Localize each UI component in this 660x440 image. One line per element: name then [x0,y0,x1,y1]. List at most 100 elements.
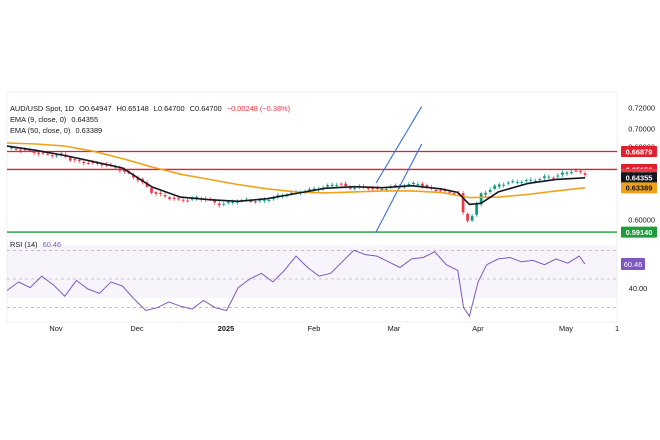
ema9-label: EMA (9, close, 0) [10,115,67,124]
candle-body [538,179,542,181]
candle-body [412,182,415,185]
candle-body [339,183,343,185]
y-tick-label: 0.70000 [628,125,655,134]
candle-body [497,184,501,187]
candle-body [41,152,45,154]
candle-body [371,188,375,190]
candle-body [231,201,235,204]
chart-frame: 0.72000 0.70000 0.68000 0.60000 40.00 No… [0,0,660,440]
x-tick-label: May [559,324,573,333]
candle-body [470,216,474,221]
candle-body [475,203,478,215]
rsi-band [7,245,617,298]
candle-body [579,170,582,172]
open-value: O0.64947 [79,104,112,113]
chart-canvas: 0.72000 0.70000 0.68000 0.60000 40.00 No… [6,91,657,333]
candle-body [344,183,348,187]
candle-body [506,182,510,184]
x-tick-label: Mar [388,324,401,333]
rsi-label: RSI (14) [10,240,38,249]
badge-layer: 0.668790.651560.591400.647000.643550.633… [621,146,657,271]
candle-body [416,184,420,186]
candle-body [159,192,162,195]
x-tick-label: 1 [615,324,619,333]
candle-body [172,197,176,199]
candle-body [168,197,171,199]
candle-body [520,181,524,183]
candle-body [163,195,167,197]
candle-body [421,183,424,187]
y-tick-label: 0.60000 [628,216,655,225]
low-value: L0.64700 [153,104,185,113]
candle-body [267,199,271,201]
candle-body [46,153,49,155]
candle-body [561,172,564,175]
candle-body [254,201,257,203]
ema9-value: 0.64355 [71,115,99,124]
candle-body [502,184,506,186]
candle-body [552,177,555,179]
candle-body [86,162,90,164]
level-badge: 0.66879 [626,147,653,156]
symbol-label: AUD/USD Spot, 1D [10,104,75,113]
candle-body [217,203,221,206]
x-tick-label: Apr [472,324,484,333]
candle-body [100,164,104,166]
x-tick-label: Dec [130,324,143,333]
price-badge: 0.64355 [626,174,653,183]
candle-body [574,170,578,172]
candle-body [384,189,388,191]
candle-body [181,199,185,201]
candle-body [515,182,519,184]
candle-body [19,149,22,151]
price-badge: 0.63389 [626,184,653,193]
candle-body [556,175,560,177]
candle-body [249,201,253,203]
rsi-legend: RSI (14) 60.46 [10,240,64,249]
ema9-line [6,145,586,206]
candle-body [570,172,573,174]
candle-body [330,184,334,187]
candle-body [68,157,72,161]
ema9-legend: EMA (9, close, 0) 0.64355 [10,115,101,124]
symbol-legend: AUD/USD Spot, 1D O0.64947 H0.65148 L0.64… [10,104,293,113]
ema50-label: EMA (50, close, 0) [10,126,71,135]
close-value: C0.64700 [189,104,222,113]
candle-body [73,159,77,161]
candle-body [77,159,81,161]
candle-body [493,185,497,189]
candle-body [529,179,533,181]
candle-body [150,188,153,193]
channel-line [375,106,423,184]
y-tick-label: 0.72000 [628,104,655,113]
candle-body [380,188,384,190]
candle-body [50,155,54,157]
candle-body [326,185,329,187]
candle-body [439,190,442,192]
rsi-tick-label: 40.00 [629,284,648,293]
high-value: H0.65148 [116,104,149,113]
candle-body [565,172,569,174]
candle-body [353,188,357,190]
candle-body [258,200,262,202]
candle-body [511,181,515,183]
candle-body [524,179,528,181]
candle-body [335,184,338,186]
candle-body [488,189,492,192]
x-tick-label: Nov [49,324,62,333]
rsi-badge: 60.46 [624,260,643,269]
candle-body [547,176,551,178]
candle-body [222,203,226,205]
candle-body [583,173,587,176]
candle-body [186,200,189,202]
ema50-value: 0.63389 [75,126,103,135]
rsi-value: 60.46 [42,240,62,249]
candle-body [263,199,266,201]
candle-body [37,152,40,154]
candle-body [82,161,86,164]
change-value: −0.00248 (−0.38%) [226,104,291,113]
candle-body [55,155,59,157]
candle-body [118,168,122,171]
candle-body [466,213,469,221]
candle-body [543,176,546,178]
